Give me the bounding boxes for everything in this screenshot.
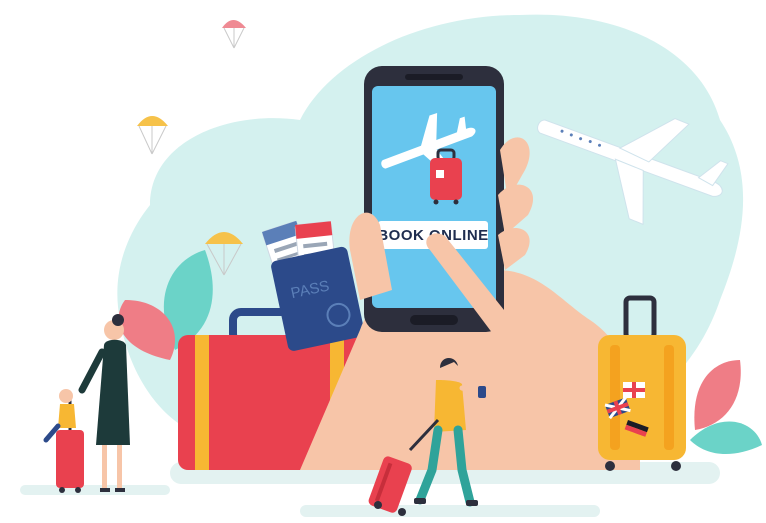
- parachute-yellow-top-icon: [137, 116, 168, 155]
- suitcase-on-screen: [430, 148, 462, 205]
- ground-shadow-walker: [300, 505, 600, 517]
- ground-shadow-left: [20, 485, 170, 495]
- flag-england-sticker-icon: [623, 382, 645, 398]
- leaf-pink-right: [694, 360, 741, 430]
- travel-booking-illustration: PASS BOOK ONLINE: [20, 14, 762, 517]
- parachute-pink-icon: [222, 20, 246, 49]
- mother-figure: [78, 314, 130, 492]
